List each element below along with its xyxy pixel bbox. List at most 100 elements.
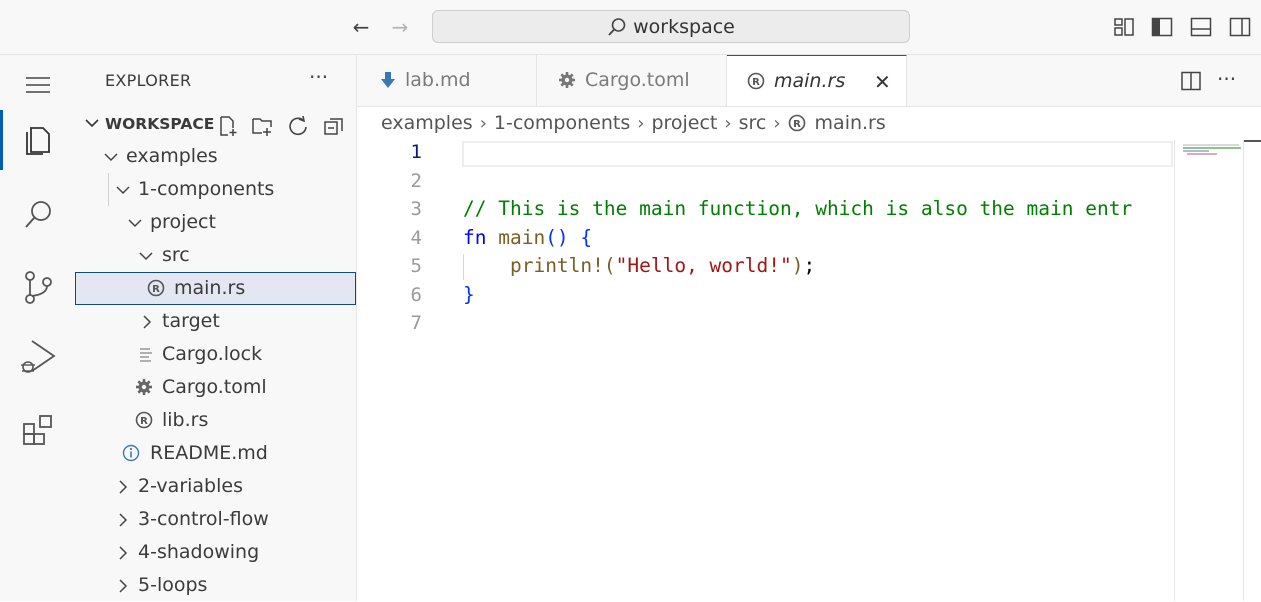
chevron-down-icon <box>128 219 142 228</box>
tree-item-label: lib.rs <box>162 409 209 431</box>
tree-item-4-shadowing[interactable]: 4-shadowing <box>75 536 356 569</box>
tab-main-rs[interactable]: R main.rs ✕ <box>727 55 907 106</box>
chevron-right-icon <box>119 513 128 527</box>
explorer-more-actions-button[interactable]: ··· <box>309 65 328 89</box>
rust-icon: R <box>135 411 153 429</box>
workspace-section-header[interactable]: WORKSPACE <box>75 110 356 140</box>
search-icon <box>608 17 626 36</box>
explorer-files-icon[interactable] <box>0 110 75 170</box>
source-control-icon[interactable] <box>0 257 75 317</box>
chevron-down-icon <box>85 119 99 128</box>
tree-item-examples[interactable]: examples <box>75 140 356 173</box>
code-line-4: fn main() { <box>463 226 592 249</box>
search-text: workspace <box>633 15 735 38</box>
tree-item-label: main.rs <box>174 277 246 299</box>
breadcrumb-item[interactable]: examples <box>381 112 473 134</box>
code-editor[interactable]: // This is the main function, which is a… <box>357 140 1174 601</box>
tree-item-label: README.md <box>150 442 268 464</box>
breadcrumb-item[interactable]: src <box>739 112 767 134</box>
search-view-icon[interactable] <box>0 185 75 245</box>
tree-item-label: 5-loops <box>138 574 208 596</box>
tree-item-label: 4-shadowing <box>138 541 260 563</box>
code-macro: println! <box>509 254 604 277</box>
forward-arrow-button[interactable]: → <box>387 14 413 40</box>
code-semicolon: ; <box>803 254 816 277</box>
info-icon <box>122 444 140 462</box>
tree-item-label: 1-components <box>138 178 275 200</box>
command-center-search[interactable]: workspace <box>432 10 910 43</box>
tree-item-readme-md[interactable]: README.md <box>75 437 356 470</box>
markdown-download-icon <box>381 72 395 88</box>
split-editor-icon[interactable] <box>1179 69 1203 93</box>
new-folder-icon[interactable] <box>251 115 273 137</box>
toggle-primary-sidebar-icon[interactable] <box>1150 15 1174 39</box>
rust-icon: R <box>747 72 765 90</box>
back-arrow-button[interactable]: ← <box>348 14 374 40</box>
toggle-secondary-sidebar-icon[interactable] <box>1228 15 1252 39</box>
breadcrumb-separator: › <box>724 112 732 134</box>
tree-item-target[interactable]: target <box>75 305 356 338</box>
tree-item-main-rs[interactable]: R main.rs <box>75 272 356 305</box>
tree-item-lib-rs[interactable]: R lib.rs <box>75 404 356 437</box>
tree-item-project[interactable]: project <box>75 206 356 239</box>
tree-item-5-loops[interactable]: 5-loops <box>75 569 356 602</box>
extensions-icon[interactable] <box>0 400 75 460</box>
workspace-label: WORKSPACE <box>105 115 215 133</box>
code-line-3: // This is the main function, which is a… <box>463 197 1132 220</box>
editor-more-actions-button[interactable]: ··· <box>1217 67 1236 91</box>
new-file-icon[interactable] <box>217 115 239 137</box>
tree-item-3-control-flow[interactable]: 3-control-flow <box>75 503 356 536</box>
chevron-right-icon <box>119 579 128 593</box>
tab-label: Cargo.toml <box>585 69 690 91</box>
code-line-6: } <box>463 283 475 306</box>
svg-text:R: R <box>793 119 801 130</box>
tree-item-label: 2-variables <box>138 475 243 497</box>
close-icon[interactable]: ✕ <box>874 70 891 94</box>
chevron-right-icon <box>119 480 128 494</box>
tree-item-src[interactable]: src <box>75 239 356 272</box>
vertical-scrollbar[interactable] <box>1243 140 1261 601</box>
breadcrumb-item[interactable]: project <box>651 112 717 134</box>
code-comment: // This is the main function, which is a… <box>463 197 1133 220</box>
code-string: "Hello, world!" <box>615 254 792 277</box>
tree-item-2-variables[interactable]: 2-variables <box>75 470 356 503</box>
chevron-right-icon <box>119 546 128 560</box>
activity-bar <box>0 55 76 601</box>
tree-item-1-components[interactable]: 1-components <box>75 173 356 206</box>
refresh-icon[interactable] <box>287 115 309 137</box>
code-line-5: println!("Hello, world!"); <box>463 254 815 277</box>
explorer-sidebar: EXPLORER ··· WORKSPACE examples 1-compon… <box>75 55 357 601</box>
gear-icon <box>559 72 575 88</box>
toggle-panel-icon[interactable] <box>1189 15 1213 39</box>
tree-item-label: project <box>150 211 216 233</box>
tree-item-label: 3-control-flow <box>138 508 269 530</box>
tab-lab-md[interactable]: lab.md <box>357 55 537 106</box>
breadcrumb-separator: › <box>479 112 487 134</box>
tree-item-cargo-lock[interactable]: Cargo.lock <box>75 338 356 371</box>
breadcrumb-separator: › <box>637 112 645 134</box>
gear-icon <box>136 379 152 395</box>
editor-tab-bar: lab.md Cargo.toml R main.rs ✕ ··· <box>357 55 1261 107</box>
breadcrumb-item[interactable]: main.rs <box>815 112 886 134</box>
tree-item-label: Cargo.lock <box>162 343 263 365</box>
menu-hamburger-icon[interactable] <box>10 70 66 100</box>
run-debug-icon[interactable] <box>0 327 75 387</box>
code-function-name: main <box>486 226 546 249</box>
chevron-down-icon <box>104 153 118 162</box>
code-brace: } <box>463 283 475 306</box>
code-keyword: fn <box>463 226 487 249</box>
tree-item-cargo-toml[interactable]: Cargo.toml <box>75 371 356 404</box>
code-paren: ( <box>603 254 616 277</box>
rust-icon: R <box>147 279 165 297</box>
svg-text:R: R <box>152 284 160 295</box>
breadcrumb-item[interactable]: 1-components <box>494 112 630 134</box>
customize-layout-icon[interactable] <box>1112 15 1136 39</box>
tab-label: lab.md <box>405 69 471 91</box>
chevron-down-icon <box>139 252 153 261</box>
code-paren: ) <box>791 254 804 277</box>
tab-cargo-toml[interactable]: Cargo.toml <box>537 55 727 106</box>
minimap[interactable] <box>1174 140 1244 601</box>
collapse-all-icon[interactable] <box>323 115 345 137</box>
rust-icon: R <box>788 114 805 132</box>
